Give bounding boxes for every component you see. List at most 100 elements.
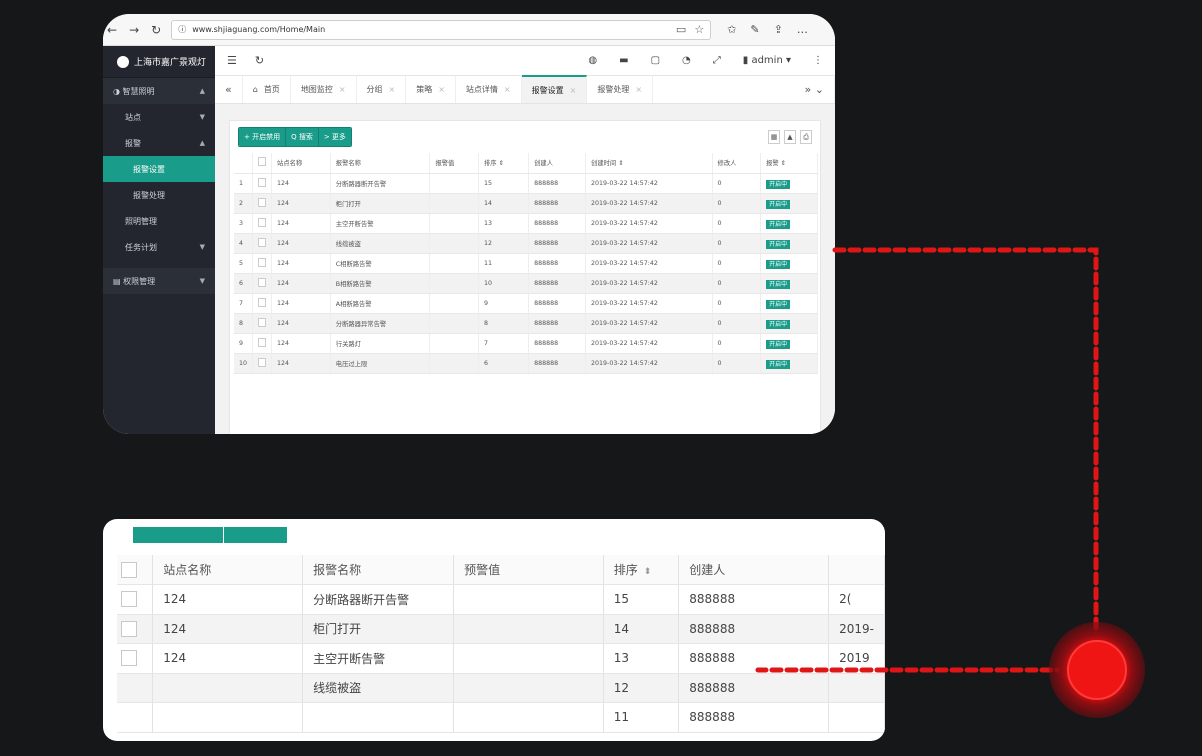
row-select[interactable] (117, 643, 154, 674)
columns-icon[interactable]: ▦ (768, 130, 780, 144)
col-select[interactable] (117, 555, 154, 585)
table-row[interactable]: 1 124 分断路器断开告警 15 888888 2019-03-22 14:57:42 0… (234, 173, 818, 194)
row-select[interactable] (117, 673, 154, 703)
sidebar-item-lighting-management[interactable]: 照明管理 (103, 208, 215, 234)
col-sort[interactable]: 排序 ⇕ (478, 153, 530, 174)
more-icon[interactable]: … (797, 23, 808, 36)
status-badge[interactable]: 开启中 (766, 239, 791, 249)
tab-strategy[interactable]: 策略 × (406, 75, 456, 103)
row-checkbox[interactable] (258, 357, 267, 367)
refresh-icon[interactable]: ↻ (151, 23, 161, 37)
table-row[interactable]: 9 124 行关路灯 7 888888 2019-03-22 14:57:42 0 开启中 (234, 333, 818, 354)
back-arrow-icon[interactable]: ← (107, 23, 117, 37)
row-checkbox[interactable] (258, 217, 267, 227)
more-button[interactable]: > 更多 (318, 128, 351, 146)
close-icon[interactable]: × (570, 86, 577, 95)
row-checkbox[interactable] (258, 257, 267, 267)
sidebar-item-permissions[interactable]: ▤ 权限管理 ▼ (103, 268, 215, 294)
favorites-icon[interactable]: ✩ (727, 23, 736, 36)
refresh-icon[interactable]: ↻ (255, 54, 264, 67)
table-row[interactable]: 3 124 主空开断告警 13 888888 2019-03-22 14:57:42 0 开启… (234, 213, 818, 234)
row-checkbox[interactable] (121, 591, 137, 608)
row-checkbox[interactable] (121, 650, 137, 667)
table-row[interactable]: 5 124 C相断路告警 11 888888 2019-03-22 14:57:42 0 开启… (234, 253, 818, 274)
status-badge[interactable]: 开启中 (766, 299, 791, 309)
row-checkbox[interactable] (258, 237, 267, 247)
message-icon[interactable]: ▬ (619, 55, 628, 66)
tab-alarm-settings[interactable]: 报警设置 × (521, 75, 588, 103)
row-checkbox[interactable] (258, 297, 267, 307)
select-all-checkbox[interactable] (121, 561, 137, 578)
close-icon[interactable]: × (339, 85, 346, 94)
col-select[interactable] (252, 153, 273, 174)
col-sort[interactable]: 排序 ⬍ (603, 555, 680, 585)
sidebar-item-alarm[interactable]: 报警 ▲ (103, 130, 215, 156)
status-badge[interactable]: 开启中 (766, 259, 791, 269)
sidebar-item-site[interactable]: 站点 ▼ (103, 104, 215, 130)
table-row[interactable]: 124 主空开断告警 13 888888 2019 (117, 643, 885, 674)
close-icon[interactable]: × (438, 85, 445, 94)
col-alarm-status[interactable]: 报警 ⇕ (760, 153, 818, 174)
pen-icon[interactable]: ✎ (750, 23, 759, 36)
more-vertical-icon[interactable]: ⋮ (813, 55, 823, 66)
row-select[interactable] (117, 584, 154, 615)
menu-toggle-icon[interactable]: ☰ (227, 54, 237, 67)
table-row[interactable]: 6 124 B相断路告警 10 888888 2019-03-22 14:57:42 0 开启… (234, 273, 818, 294)
status-badge[interactable]: 开启中 (766, 359, 791, 369)
row-checkbox[interactable] (258, 277, 267, 287)
reader-view-icon[interactable]: ▭ (676, 23, 686, 36)
row-select[interactable] (117, 702, 154, 733)
row-checkbox[interactable] (258, 337, 267, 347)
row-select[interactable] (117, 614, 154, 644)
tab-alarm-handling[interactable]: 报警处理 × (587, 75, 654, 103)
table-row[interactable]: 7 124 A相断路告警 9 888888 2019-03-22 14:57:42 0 开启中 (234, 293, 818, 314)
tab-map-monitor[interactable]: 地图监控 × (291, 75, 357, 103)
row-checkbox[interactable] (121, 620, 137, 637)
sidebar-item-task-plan[interactable]: 任务计划 ▼ (103, 234, 215, 260)
status-badge[interactable]: 开启中 (766, 339, 791, 349)
user-menu[interactable]: ▮ admin ▾ (743, 55, 791, 66)
status-badge[interactable]: 开启中 (766, 279, 791, 289)
close-icon[interactable]: × (504, 85, 511, 94)
table-row[interactable]: 4 124 线缆被盗 12 888888 2019-03-22 14:57:42 0 开启中 (234, 233, 818, 254)
status-badge[interactable]: 开启中 (766, 219, 791, 229)
theme-icon[interactable]: ◔ (682, 55, 691, 66)
sidebar-item-alarm-handling[interactable]: 报警处理 (103, 182, 215, 208)
table-row[interactable]: 2 124 柜门打开 14 888888 2019-03-22 14:57:42 0 开启中 (234, 193, 818, 214)
sort-icon[interactable]: ⬍ (644, 567, 652, 577)
select-all-checkbox[interactable] (258, 157, 267, 167)
table-row[interactable]: 124 柜门打开 14 888888 2019- (117, 614, 885, 644)
tab-site-detail[interactable]: 站点详情 × (456, 75, 522, 103)
bell-icon[interactable]: ▢ (651, 55, 660, 66)
forward-arrow-icon[interactable]: → (129, 23, 139, 37)
table-row[interactable]: 10 124 电压过上限 6 888888 2019-03-22 14:57:42 0 开启中 (234, 353, 818, 374)
enable-disable-button[interactable]: + 开启禁用 (239, 128, 287, 146)
status-badge[interactable]: 开启中 (766, 199, 791, 209)
fullscreen-icon[interactable]: ⤢ (713, 55, 721, 66)
globe-icon[interactable]: ◍ (588, 55, 597, 66)
tab-scroll-left[interactable]: « (215, 75, 243, 103)
table-row[interactable]: 线缆被盗 12 888888 (117, 673, 885, 703)
tab-home[interactable]: ⌂ 首页 (243, 75, 291, 103)
sidebar-item-smart-lighting[interactable]: ◑ 智慧照明 ▲ (103, 78, 215, 104)
favorite-star-icon[interactable]: ☆ (694, 23, 704, 36)
table-row[interactable]: 8 124 分断路器异常告警 8 888888 2019-03-22 14:57:42 0 开… (234, 313, 818, 334)
print-icon[interactable]: ⎙ (800, 130, 812, 144)
row-checkbox[interactable] (258, 197, 267, 207)
col-created-time[interactable]: 创建时间 ⇕ (585, 153, 713, 174)
close-icon[interactable]: × (635, 85, 642, 94)
close-icon[interactable]: × (389, 85, 396, 94)
row-checkbox[interactable] (258, 317, 267, 327)
export-icon[interactable]: ▲ (784, 130, 796, 144)
search-button[interactable]: Q 搜索 (286, 128, 319, 146)
row-checkbox[interactable] (258, 177, 267, 187)
status-badge[interactable]: 开启中 (766, 319, 791, 329)
table-row[interactable]: 11 888888 (117, 702, 885, 733)
table-row[interactable]: 124 分断路器断开告警 15 888888 2( (117, 584, 885, 615)
share-icon[interactable]: ⇪ (774, 23, 783, 36)
tab-scroll-right[interactable]: » ⌄ (795, 75, 835, 103)
url-input[interactable]: ⓘ www.shjiaguang.com/Home/Main ▭ ☆ (171, 19, 712, 40)
sidebar-item-alarm-settings[interactable]: 报警设置 (103, 156, 215, 182)
tab-group[interactable]: 分组 × (357, 75, 407, 103)
status-badge[interactable]: 开启中 (766, 179, 791, 189)
